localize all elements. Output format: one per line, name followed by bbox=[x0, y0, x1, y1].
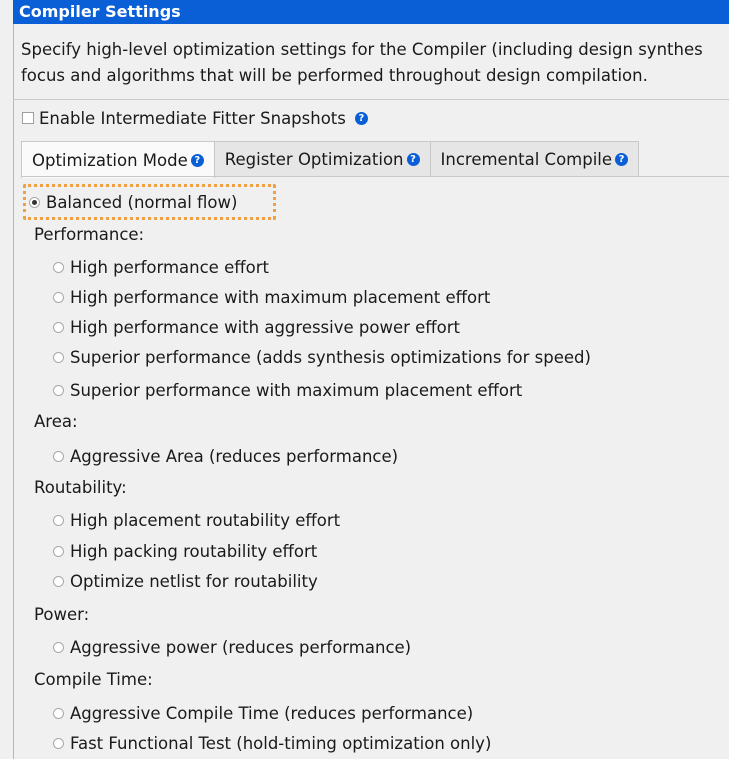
description-line-2: focus and algorithms that will be perfor… bbox=[21, 66, 648, 85]
radio-button[interactable] bbox=[53, 261, 64, 273]
description: Specify high-level optimization settings… bbox=[21, 37, 729, 89]
panel-left-border bbox=[13, 0, 14, 759]
radio-label[interactable]: Aggressive Area (reduces performance) bbox=[70, 447, 398, 466]
tab-optimization-mode[interactable]: Optimization Mode ? bbox=[21, 141, 215, 178]
radio-button[interactable] bbox=[53, 575, 64, 587]
radio-label[interactable]: Fast Functional Test (hold-timing optimi… bbox=[70, 734, 491, 753]
radio-superior-performance-max-placement[interactable]: Superior performance with maximum placem… bbox=[53, 377, 522, 403]
group-label-performance: Performance: bbox=[34, 225, 145, 244]
tab-label: Optimization Mode bbox=[32, 150, 188, 170]
snapshots-row[interactable]: Enable Intermediate Fitter Snapshots ? bbox=[22, 106, 368, 130]
radio-button[interactable] bbox=[53, 450, 64, 462]
radio-label[interactable]: Aggressive Compile Time (reduces perform… bbox=[70, 704, 473, 723]
tab-panel-border bbox=[21, 176, 729, 177]
radio-label[interactable]: High performance with maximum placement … bbox=[70, 288, 490, 307]
radio-label[interactable]: Superior performance with maximum placem… bbox=[70, 381, 522, 400]
tab-register-optimization[interactable]: Register Optimization ? bbox=[214, 141, 431, 177]
tab-label: Incremental Compile bbox=[440, 149, 613, 169]
group-label-compile-time: Compile Time: bbox=[34, 670, 153, 689]
help-icon[interactable]: ? bbox=[190, 153, 204, 167]
radio-label[interactable]: Superior performance (adds synthesis opt… bbox=[70, 348, 591, 367]
description-line-1: Specify high-level optimization settings… bbox=[21, 40, 703, 59]
radio-optimize-netlist-routability[interactable]: Optimize netlist for routability bbox=[53, 568, 318, 594]
group-label-area: Area: bbox=[34, 412, 78, 431]
radio-button[interactable] bbox=[53, 384, 64, 396]
group-label-routability: Routability: bbox=[34, 478, 127, 497]
snapshots-checkbox[interactable] bbox=[22, 112, 34, 124]
radio-high-packing-routability[interactable]: High packing routability effort bbox=[53, 538, 317, 564]
help-icon[interactable]: ? bbox=[406, 152, 420, 166]
radio-button[interactable] bbox=[53, 737, 64, 749]
radio-button[interactable] bbox=[53, 641, 64, 653]
radio-label[interactable]: High packing routability effort bbox=[70, 542, 317, 561]
radio-button[interactable] bbox=[53, 351, 64, 363]
snapshots-label[interactable]: Enable Intermediate Fitter Snapshots bbox=[39, 109, 346, 128]
radio-fast-functional-test[interactable]: Fast Functional Test (hold-timing optimi… bbox=[53, 730, 491, 756]
radio-label[interactable]: High placement routability effort bbox=[70, 511, 340, 530]
help-icon[interactable]: ? bbox=[615, 152, 629, 166]
radio-label[interactable]: Balanced (normal flow) bbox=[46, 193, 237, 212]
radio-button[interactable] bbox=[53, 514, 64, 526]
tab-bar: Optimization Mode ? Register Optimizatio… bbox=[21, 141, 640, 178]
radio-button-selected[interactable] bbox=[29, 196, 40, 208]
radio-high-performance-max-placement[interactable]: High performance with maximum placement … bbox=[53, 284, 490, 310]
radio-high-performance[interactable]: High performance effort bbox=[53, 254, 269, 280]
radio-aggressive-power[interactable]: Aggressive power (reduces performance) bbox=[53, 634, 411, 660]
radio-label[interactable]: Optimize netlist for routability bbox=[70, 572, 318, 591]
tab-incremental-compile[interactable]: Incremental Compile ? bbox=[430, 141, 640, 177]
tab-label: Register Optimization bbox=[224, 149, 404, 169]
radio-aggressive-compile-time[interactable]: Aggressive Compile Time (reduces perform… bbox=[53, 700, 473, 726]
radio-high-performance-aggressive-power[interactable]: High performance with aggressive power e… bbox=[53, 314, 460, 340]
radio-button[interactable] bbox=[53, 291, 64, 303]
section-divider bbox=[13, 99, 729, 100]
radio-button[interactable] bbox=[53, 545, 64, 557]
group-label-power: Power: bbox=[34, 605, 90, 624]
radio-label[interactable]: High performance with aggressive power e… bbox=[70, 318, 460, 337]
help-icon[interactable]: ? bbox=[354, 111, 368, 125]
radio-label[interactable]: Aggressive power (reduces performance) bbox=[70, 638, 411, 657]
radio-label[interactable]: High performance effort bbox=[70, 258, 269, 277]
radio-aggressive-area[interactable]: Aggressive Area (reduces performance) bbox=[53, 443, 398, 469]
section-title: Compiler Settings bbox=[13, 0, 729, 24]
radio-balanced[interactable]: Balanced (normal flow) bbox=[29, 189, 237, 215]
radio-superior-performance[interactable]: Superior performance (adds synthesis opt… bbox=[53, 344, 591, 370]
radio-high-placement-routability[interactable]: High placement routability effort bbox=[53, 507, 340, 533]
radio-button[interactable] bbox=[53, 321, 64, 333]
radio-button[interactable] bbox=[53, 707, 64, 719]
